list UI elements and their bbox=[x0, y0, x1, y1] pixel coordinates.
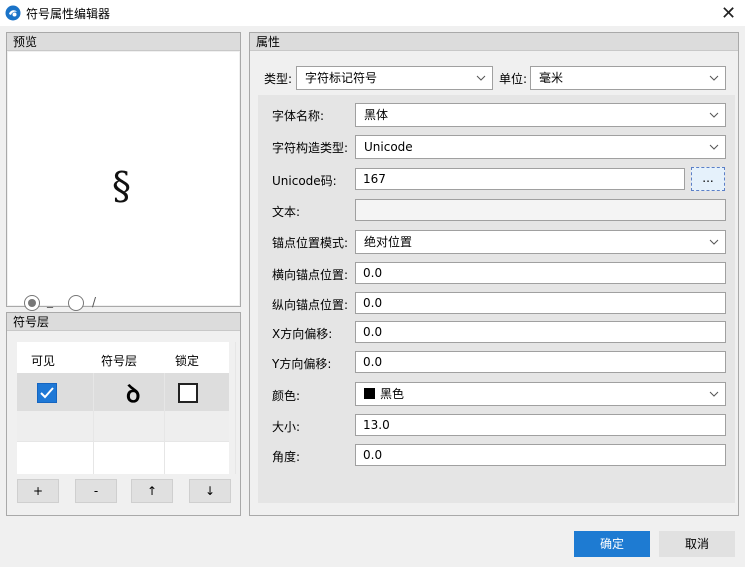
anchor-y-input[interactable]: 0.0 bbox=[355, 292, 726, 314]
move-down-button[interactable]: ↓ bbox=[189, 479, 231, 503]
radio-slash[interactable] bbox=[68, 295, 84, 311]
chevron-down-icon bbox=[709, 239, 719, 245]
radio-underscore-label: _ bbox=[47, 294, 53, 308]
preview-header: 预览 bbox=[7, 33, 240, 51]
unicode-input[interactable]: 167 bbox=[355, 168, 685, 190]
table-row[interactable]: ꝺ bbox=[17, 373, 229, 411]
color-label: 颜色: bbox=[272, 389, 301, 403]
preview-canvas: § _ / bbox=[8, 52, 239, 311]
unit-label: 单位: bbox=[499, 72, 528, 86]
type-select-value: 字符标记符号 bbox=[305, 71, 378, 85]
locked-checkbox[interactable] bbox=[178, 383, 198, 403]
char-type-select[interactable]: Unicode bbox=[355, 135, 726, 159]
font-name-select[interactable]: 黑体 bbox=[355, 103, 726, 127]
cancel-button[interactable]: 取消 bbox=[659, 531, 735, 557]
preview-symbol: § bbox=[112, 164, 131, 208]
visible-checkbox[interactable] bbox=[37, 383, 57, 403]
title-bar bbox=[0, 0, 745, 26]
properties-header: 属性 bbox=[250, 33, 738, 51]
layers-table: 可见 符号层 锁定 ꝺ bbox=[17, 342, 236, 474]
preview-group: 预览 § _ / bbox=[6, 32, 241, 311]
radio-slash-label: / bbox=[92, 295, 97, 309]
color-swatch bbox=[364, 388, 375, 399]
text-input[interactable] bbox=[355, 199, 726, 221]
offset-y-label: Y方向偏移: bbox=[272, 357, 332, 371]
color-select[interactable]: 黑色 bbox=[355, 382, 726, 406]
table-divider bbox=[235, 342, 236, 474]
anchor-x-label: 横向锚点位置: bbox=[272, 268, 349, 282]
type-label: 类型: bbox=[264, 72, 293, 86]
ok-button[interactable]: 确定 bbox=[574, 531, 650, 557]
unicode-browse-button[interactable]: ... bbox=[691, 167, 725, 191]
anchor-mode-label: 锚点位置模式: bbox=[272, 236, 349, 250]
offset-x-input[interactable]: 0.0 bbox=[355, 321, 726, 343]
close-button[interactable]: ✕ bbox=[712, 0, 745, 26]
chevron-down-icon bbox=[709, 75, 719, 81]
move-up-button[interactable]: ↑ bbox=[131, 479, 173, 503]
column-header-layer: 符号层 bbox=[101, 354, 138, 368]
unicode-label: Unicode码: bbox=[272, 174, 337, 188]
remove-layer-button[interactable]: - bbox=[75, 479, 117, 503]
offset-y-input[interactable]: 0.0 bbox=[355, 351, 726, 373]
table-divider bbox=[164, 373, 165, 474]
window-title: 符号属性编辑器 bbox=[26, 7, 111, 21]
unit-select[interactable]: 毫米 bbox=[530, 66, 726, 90]
layers-group: 符号层 可见 符号层 锁定 ꝺ + - ↑ ↓ bbox=[6, 312, 241, 516]
angle-label: 角度: bbox=[272, 450, 301, 464]
size-input[interactable]: 13.0 bbox=[355, 414, 726, 436]
chevron-down-icon bbox=[709, 391, 719, 397]
check-icon bbox=[40, 387, 54, 399]
radio-underscore[interactable] bbox=[24, 295, 40, 311]
anchor-mode-select[interactable]: 绝对位置 bbox=[355, 230, 726, 254]
anchor-mode-value: 绝对位置 bbox=[364, 235, 413, 249]
color-value: 黑色 bbox=[380, 387, 405, 401]
column-header-locked: 锁定 bbox=[175, 354, 200, 368]
layers-table-header: 可见 符号层 锁定 bbox=[17, 342, 229, 373]
font-name-value: 黑体 bbox=[364, 108, 389, 122]
angle-input[interactable]: 0.0 bbox=[355, 444, 726, 466]
text-label: 文本: bbox=[272, 205, 301, 219]
chevron-down-icon bbox=[709, 112, 719, 118]
unit-select-value: 毫米 bbox=[539, 71, 564, 85]
app-icon bbox=[5, 5, 21, 21]
char-type-label: 字符构造类型: bbox=[272, 141, 349, 155]
table-divider bbox=[93, 373, 94, 474]
chevron-down-icon bbox=[709, 144, 719, 150]
type-select[interactable]: 字符标记符号 bbox=[296, 66, 493, 90]
add-layer-button[interactable]: + bbox=[17, 479, 59, 503]
layers-header: 符号层 bbox=[7, 313, 240, 331]
table-row-empty bbox=[17, 411, 229, 441]
layer-symbol-glyph: ꝺ bbox=[126, 380, 141, 408]
column-header-visible: 可见 bbox=[31, 354, 56, 368]
table-divider bbox=[17, 441, 229, 442]
chevron-down-icon bbox=[476, 75, 486, 81]
anchor-x-input[interactable]: 0.0 bbox=[355, 262, 726, 284]
size-label: 大小: bbox=[272, 420, 301, 434]
font-name-label: 字体名称: bbox=[272, 109, 325, 123]
offset-x-label: X方向偏移: bbox=[272, 327, 333, 341]
char-type-value: Unicode bbox=[364, 140, 413, 154]
anchor-y-label: 纵向锚点位置: bbox=[272, 298, 349, 312]
